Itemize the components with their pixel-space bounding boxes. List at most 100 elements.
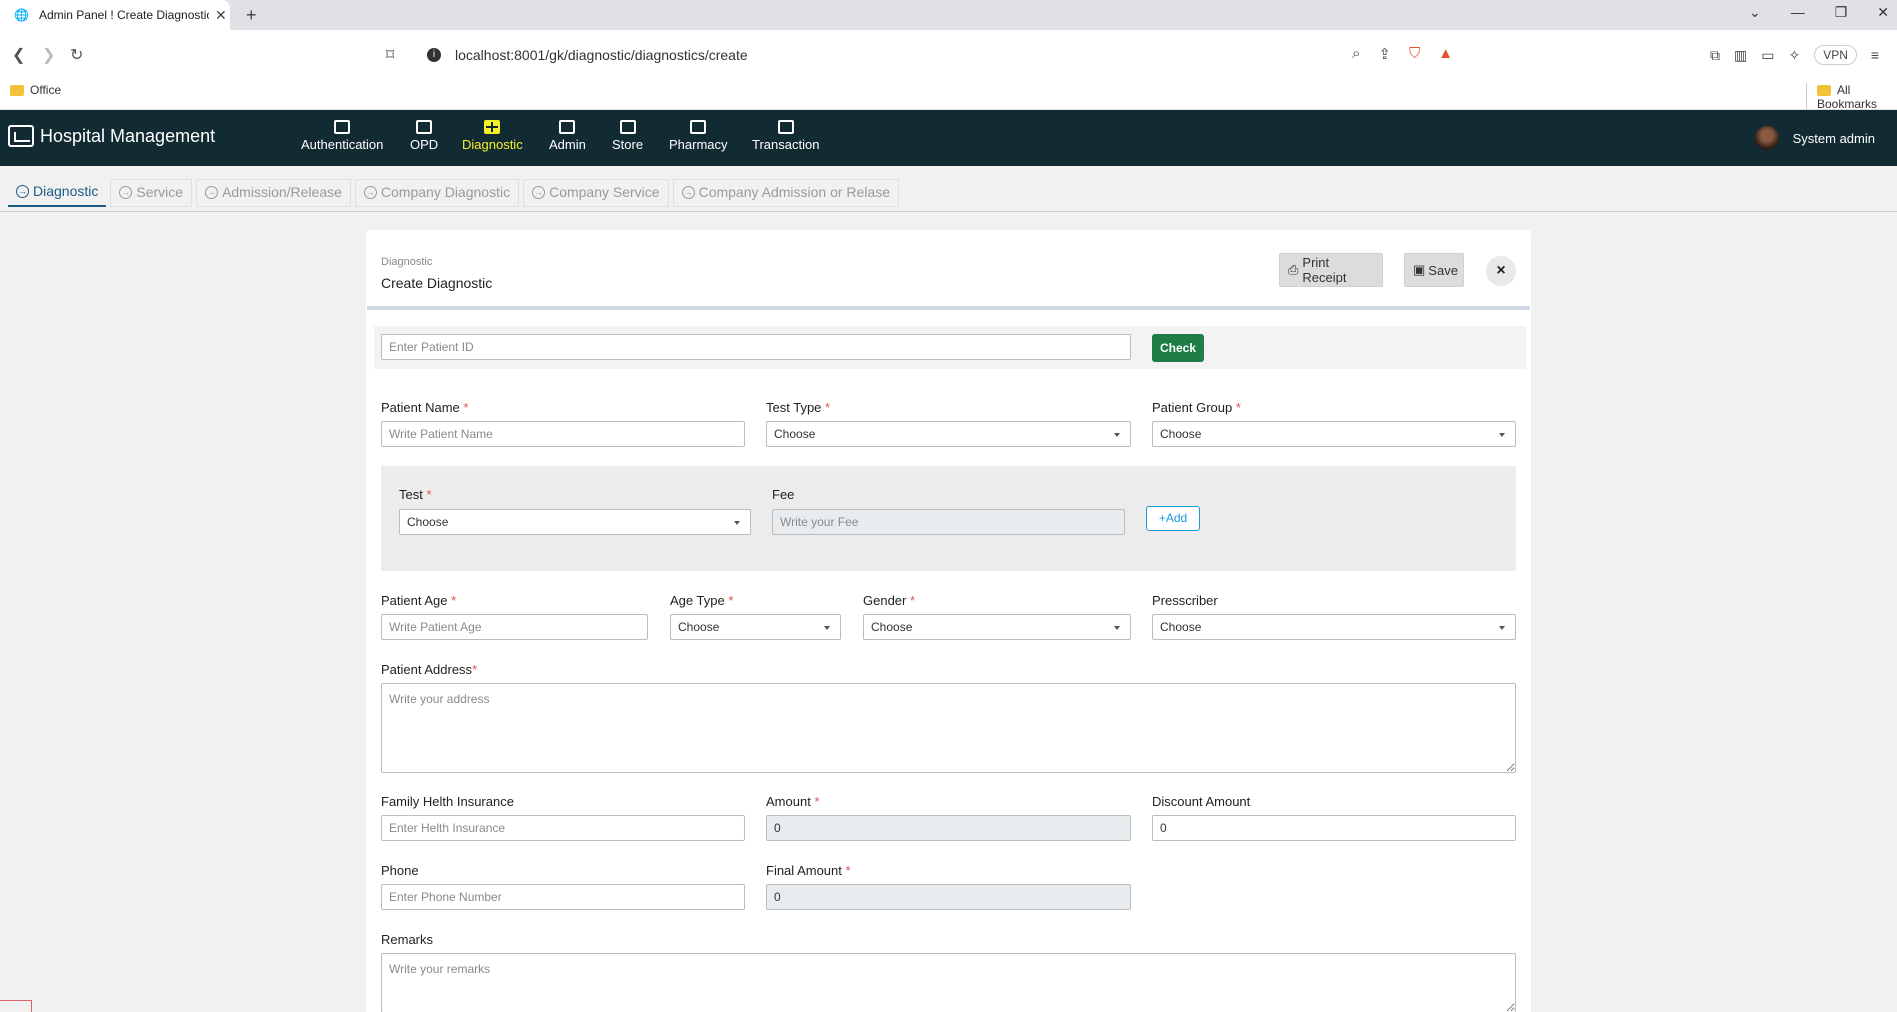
fee-input[interactable] — [772, 509, 1125, 535]
subtab-company-diagnostic[interactable]: → Company Diagnostic — [354, 179, 520, 207]
vpn-button[interactable]: VPN — [1814, 45, 1857, 65]
patient-group-label: Patient Group * — [1152, 400, 1241, 415]
minimize-icon[interactable]: — — [1791, 4, 1805, 21]
prescriber-label: Presscriber — [1152, 593, 1218, 608]
test-label: Test * — [399, 487, 432, 502]
user-menu[interactable]: System admin — [1754, 126, 1875, 150]
save-button[interactable]: ▣ Save — [1404, 253, 1464, 287]
arrow-circle-icon: → — [119, 185, 133, 199]
brand[interactable]: Hospital Management — [8, 125, 215, 147]
nav-pharmacy[interactable]: Pharmacy — [669, 120, 728, 152]
insurance-label: Family Helth Insurance — [381, 794, 514, 809]
prescriber-select[interactable]: Choose — [1152, 614, 1516, 640]
nav-opd[interactable]: OPD — [410, 120, 438, 152]
app-header — [0, 110, 1897, 166]
site-info-icon[interactable]: i — [427, 48, 441, 62]
patient-address-label: Patient Address* — [381, 662, 478, 677]
remarks-textarea[interactable] — [381, 953, 1516, 1012]
save-icon: ▣ — [1413, 262, 1426, 277]
final-amount-input[interactable] — [766, 884, 1131, 910]
patient-name-input[interactable] — [381, 421, 745, 447]
arrow-circle-icon: → — [16, 184, 29, 198]
sidebar-icon[interactable]: ▥ — [1734, 47, 1747, 64]
user-name: System admin — [1792, 130, 1875, 146]
test-type-label: Test Type * — [766, 400, 831, 415]
age-type-label: Age Type * — [670, 593, 734, 608]
subtab-row: → Diagnostic → Service → Admission/Release … — [8, 179, 899, 207]
fee-label: Fee — [772, 487, 795, 502]
close-window-icon[interactable]: ✕ — [1877, 4, 1889, 21]
bookmark-folder-office[interactable]: Office — [10, 83, 61, 97]
gender-label: Gender * — [863, 593, 916, 608]
address-bar-icons: ⌕ ⇪ ⛉ ▲ — [1352, 45, 1453, 63]
test-select[interactable]: Choose — [399, 509, 751, 535]
extensions-icon[interactable]: ⧉ — [1710, 47, 1720, 64]
all-bookmarks[interactable]: All Bookmarks — [1806, 83, 1897, 111]
phone-input[interactable] — [381, 884, 745, 910]
arrow-circle-icon: → — [681, 185, 695, 199]
remarks-label: Remarks — [381, 932, 434, 947]
nav-store[interactable]: Store — [612, 120, 643, 152]
patient-name-label: Patient Name * — [381, 400, 469, 415]
subtab-company-service[interactable]: → Company Service — [523, 179, 669, 207]
back-icon[interactable]: ❮ — [12, 45, 25, 65]
plus-icon: + — [1158, 511, 1166, 525]
patient-group-select[interactable]: Choose — [1152, 421, 1516, 447]
browser-tab-title: Admin Panel ! Create Diagnostic — [38, 8, 209, 22]
nav-authentication[interactable]: Authentication — [301, 120, 383, 152]
print-receipt-button[interactable]: ⎙ Print Receipt — [1279, 253, 1383, 287]
url-text: localhost:8001/gk/diagnostic/diagnostics… — [455, 47, 748, 63]
nav-diagnostic[interactable]: Diagnostic — [462, 120, 523, 152]
breadcrumb: Diagnostic — [381, 256, 433, 268]
browser-tab[interactable]: 🌐 Admin Panel ! Create Diagnostic ✕ — [0, 0, 230, 30]
chevron-down-icon[interactable]: ⌄ — [1749, 4, 1761, 21]
subtab-company-admission[interactable]: → Company Admission or Relase — [672, 179, 899, 207]
close-form-button[interactable]: × — [1486, 256, 1516, 286]
window-controls: ⌄ — ❐ ✕ — [1749, 4, 1889, 21]
phone-label: Phone — [381, 863, 419, 878]
subtab-service[interactable]: → Service — [110, 179, 193, 207]
page-title: Create Diagnostic — [381, 275, 493, 291]
nav-transaction[interactable]: Transaction — [752, 120, 819, 152]
leo-icon[interactable]: ✧ — [1788, 47, 1800, 64]
debug-bar-icon[interactable] — [0, 1000, 32, 1012]
forward-icon[interactable]: ❯ — [42, 45, 55, 65]
bookmark-icon[interactable]: ⌑ — [386, 45, 394, 65]
insurance-input[interactable] — [381, 815, 745, 841]
patient-address-textarea[interactable] — [381, 683, 1516, 773]
grid-icon — [484, 120, 501, 134]
restore-icon[interactable]: ❐ — [1835, 4, 1848, 21]
brand-title: Hospital Management — [40, 125, 216, 146]
nav-admin[interactable]: Admin — [549, 120, 586, 152]
divider — [367, 306, 1530, 310]
printer-icon: ⎙ — [1288, 262, 1299, 277]
patient-age-input[interactable] — [381, 614, 648, 640]
gender-select[interactable]: Choose — [863, 614, 1131, 640]
subtab-diagnostic[interactable]: → Diagnostic — [8, 179, 107, 207]
extension-icons: ⧉ ▥ ▭ ✧ VPN ≡ — [1710, 45, 1879, 65]
brave-rewards-icon[interactable]: ▲ — [1438, 45, 1453, 63]
add-test-button[interactable]: +Add — [1146, 506, 1200, 531]
zoom-icon[interactable]: ⌕ — [1352, 45, 1360, 63]
arrow-circle-icon: → — [205, 185, 219, 199]
amount-label: Amount * — [766, 794, 820, 809]
wallet-icon[interactable]: ▭ — [1761, 47, 1774, 64]
close-tab-icon[interactable]: ✕ — [215, 7, 227, 24]
reload-icon[interactable]: ↻ — [70, 45, 83, 65]
discount-label: Discount Amount — [1152, 794, 1251, 809]
menu-icon[interactable]: ≡ — [1871, 47, 1879, 63]
new-tab-icon[interactable]: + — [246, 5, 257, 26]
address-bar[interactable]: i localhost:8001/gk/diagnostic/diagnosti… — [415, 38, 1495, 72]
test-type-select[interactable]: Choose — [766, 421, 1131, 447]
share-icon[interactable]: ⇪ — [1378, 45, 1391, 63]
patient-id-input[interactable] — [381, 334, 1131, 360]
discount-input[interactable] — [1152, 815, 1516, 841]
bookmarks-bar — [0, 80, 1897, 110]
grid-icon — [334, 120, 351, 134]
check-button[interactable]: Check — [1152, 334, 1204, 362]
grid-icon — [559, 120, 576, 134]
amount-input[interactable] — [766, 815, 1131, 841]
age-type-select[interactable]: Choose — [670, 614, 841, 640]
brave-shield-icon[interactable]: ⛉ — [1409, 45, 1420, 63]
subtab-admission-release[interactable]: → Admission/Release — [196, 179, 351, 207]
